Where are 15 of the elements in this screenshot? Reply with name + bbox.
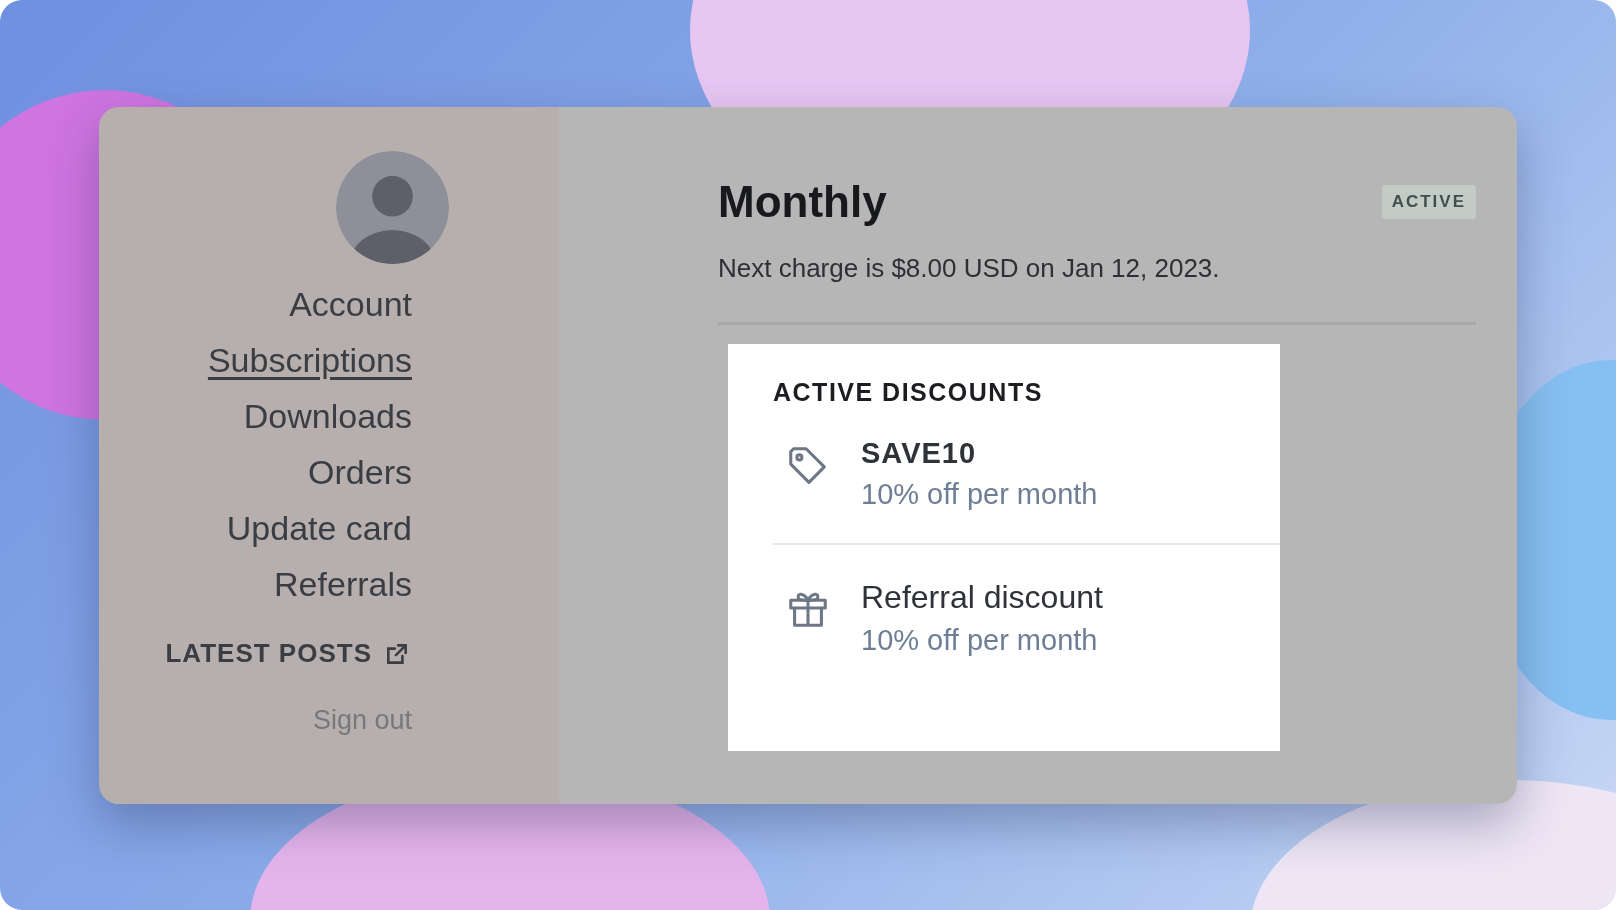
discount-detail: 10% off per month — [861, 478, 1098, 511]
nav-link[interactable]: Referrals — [274, 556, 412, 612]
discount-name: SAVE10 — [861, 437, 978, 470]
nav-link[interactable]: Subscriptions — [207, 332, 412, 388]
discount-detail: 10% off per month — [861, 624, 1099, 657]
nav-link[interactable]: Update card — [226, 500, 412, 556]
nav-link[interactable]: Downloads — [243, 388, 412, 444]
latest-posts-link[interactable]: LATEST POSTS — [165, 638, 410, 669]
plan-title: Monthly — [718, 177, 887, 227]
discount-name: Referral discount — [861, 579, 1103, 616]
nav-link[interactable]: Account — [289, 276, 412, 332]
status-badge: ACTIVE — [1381, 185, 1476, 219]
discounts-heading: ACTIVE DISCOUNTS — [773, 378, 1044, 407]
next-charge-text: Next charge is $8.00 USD on Jan 12, 2023. — [718, 253, 1221, 284]
nav-link[interactable]: Orders — [308, 444, 412, 500]
